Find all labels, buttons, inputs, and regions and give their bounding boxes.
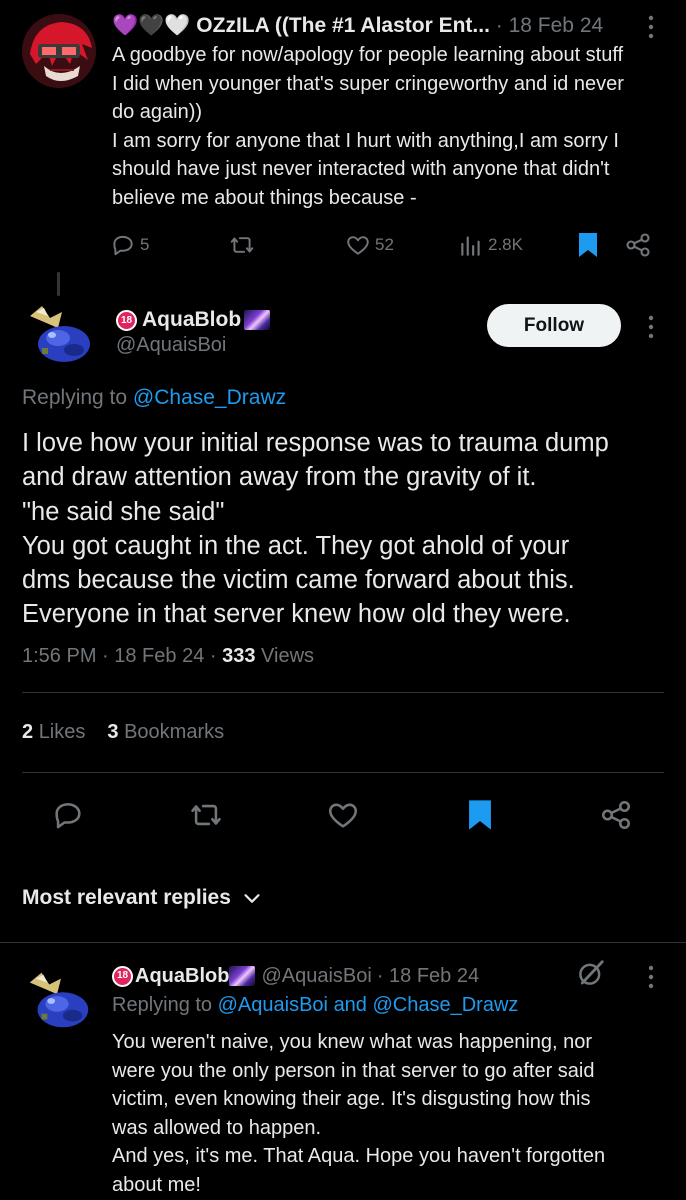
reply-button[interactable] [50, 797, 86, 833]
like-count: 52 [375, 235, 394, 254]
bookmarks-stat[interactable]: 3 Bookmarks [107, 721, 224, 744]
avatar-image [22, 14, 96, 88]
tweet-line: I am sorry for anyone that I hurt with a… [112, 129, 619, 152]
avatar[interactable] [22, 14, 96, 88]
tweet-line: Everyone in that server knew how old the… [22, 600, 571, 629]
tweet-line: I love how your initial response was to … [22, 429, 609, 457]
tweet-line: should have just never interacted with a… [112, 158, 610, 180]
replying-prefix: Replying to [22, 386, 128, 409]
avatar[interactable] [22, 968, 96, 1034]
grok-icon[interactable] [576, 958, 606, 988]
bookmark-icon [576, 231, 600, 259]
thread-connector [57, 272, 60, 296]
replying-to: Replying to @AquaisBoi and @Chase_Drawz [112, 994, 518, 1017]
more-options-icon[interactable] [641, 312, 661, 342]
heart-icon [326, 798, 360, 832]
likes-stat[interactable]: 2 Likes [22, 721, 85, 744]
mention-link[interactable]: @Chase_Drawz [133, 386, 286, 409]
author-display-name[interactable]: AquaBlob [135, 962, 229, 990]
bookmark-button[interactable] [462, 797, 498, 833]
likes-count: 2 [22, 721, 34, 743]
tweet-text: You weren't naive, you knew what was hap… [112, 1028, 672, 1199]
tweet-line: and draw attention away from the gravity… [22, 463, 537, 492]
tweet-line: dms because the victim came forward abou… [22, 566, 575, 595]
tweet-line: believe me about things because - [112, 186, 417, 209]
tweet-line: You weren't naive, you knew what was hap… [112, 1031, 593, 1053]
age-18-icon: 18 [112, 965, 133, 987]
like-button[interactable]: 52 [345, 230, 394, 260]
tweet-line: "he said she said" [22, 497, 225, 526]
author-handle[interactable]: @AquaisBoi [116, 334, 226, 357]
tweet-header: 💜🖤🤍 OZzILA ((The #1 Alastor Ent... · 18 … [112, 12, 632, 40]
tweet-header: 18 AquaBlob @AquaisBoi · 18 Feb 24 [112, 962, 479, 990]
share-icon [624, 231, 652, 259]
galaxy-emoji-icon [244, 310, 271, 330]
divider [0, 942, 686, 943]
avatar-image [22, 302, 98, 368]
tweet-time[interactable]: 1:56 PM · 18 Feb 24 · [22, 645, 217, 667]
emoji-hearts: 💜🖤🤍 [112, 14, 191, 37]
reply-icon [51, 798, 85, 832]
bookmarks-label: Bookmarks [124, 721, 225, 743]
age-18-icon: 18 [116, 309, 137, 331]
replying-to: Replying to @Chase_Drawz [22, 386, 286, 410]
reply-sort-label: Most relevant replies [22, 886, 231, 909]
views-label: Views [261, 645, 315, 667]
views-button[interactable]: 2.8K [458, 230, 523, 260]
views-count: 333 [222, 645, 256, 667]
tweet-line: were you the only person in that server … [112, 1059, 595, 1082]
bookmark-icon [465, 798, 495, 832]
divider [22, 772, 664, 773]
replying-prefix: Replying to [112, 994, 213, 1016]
views-icon [458, 232, 484, 258]
tweet-line: was allowed to happen. [112, 1116, 322, 1139]
author-handle[interactable]: @AquaisBoi [261, 962, 371, 990]
tweet-text: I love how your initial response was to … [22, 426, 662, 632]
share-icon [599, 798, 633, 832]
engagement-stats: 2 Likes 3 Bookmarks [22, 721, 224, 744]
share-button[interactable] [598, 797, 634, 833]
tweet-date[interactable]: · 18 Feb 24 [496, 14, 603, 37]
mention-link[interactable]: @Chase_Drawz [373, 994, 519, 1016]
tweet-line: do again)) [112, 101, 203, 123]
tweet-text: A goodbye for now/apology for people lea… [112, 41, 672, 212]
replying-and: and [333, 994, 367, 1016]
heart-icon [345, 232, 371, 258]
share-button[interactable] [624, 230, 652, 260]
tweet-line: A goodbye for now/apology for people lea… [112, 44, 624, 66]
retweet-button[interactable] [228, 230, 256, 260]
reply-icon [110, 232, 136, 258]
reply-count: 5 [140, 235, 150, 254]
views-count: 2.8K [488, 235, 523, 254]
tweet-date[interactable]: · 18 Feb 24 [377, 962, 479, 990]
bookmarks-count: 3 [107, 721, 119, 743]
avatar[interactable] [22, 302, 98, 368]
follow-button[interactable]: Follow [487, 304, 621, 347]
like-button[interactable] [325, 797, 361, 833]
tweet-line: And yes, it's me. That Aqua. Hope you ha… [112, 1145, 606, 1167]
avatar-image [22, 968, 96, 1034]
reply-sort-dropdown[interactable]: Most relevant replies [22, 886, 263, 910]
tweet-timestamp: 1:56 PM · 18 Feb 24 · 333 Views [22, 645, 314, 668]
bookmark-button[interactable] [576, 230, 600, 260]
tweet-line: about me! [112, 1173, 201, 1196]
galaxy-emoji-icon [229, 966, 256, 986]
more-options-icon[interactable] [641, 12, 661, 42]
tweet-line: victim, even knowing their age. It's dis… [112, 1088, 591, 1110]
more-options-icon[interactable] [641, 962, 661, 992]
likes-label: Likes [38, 721, 86, 743]
retweet-icon [228, 232, 256, 258]
tweet-line: You got caught in the act. They got ahol… [22, 531, 570, 560]
author-name[interactable]: 18 AquaBlob [116, 308, 271, 332]
retweet-button[interactable] [188, 797, 224, 833]
retweet-icon [188, 798, 224, 832]
divider [22, 692, 664, 693]
chevron-down-icon [241, 887, 263, 909]
mention-link[interactable]: @AquaisBoi [218, 994, 328, 1016]
author-display-name: AquaBlob [142, 308, 242, 331]
author-name[interactable]: OZzILA ((The #1 Alastor Ent... [196, 14, 490, 37]
reply-button[interactable]: 5 [110, 230, 149, 260]
tweet-line: I did when younger that's super cringewo… [112, 72, 624, 95]
